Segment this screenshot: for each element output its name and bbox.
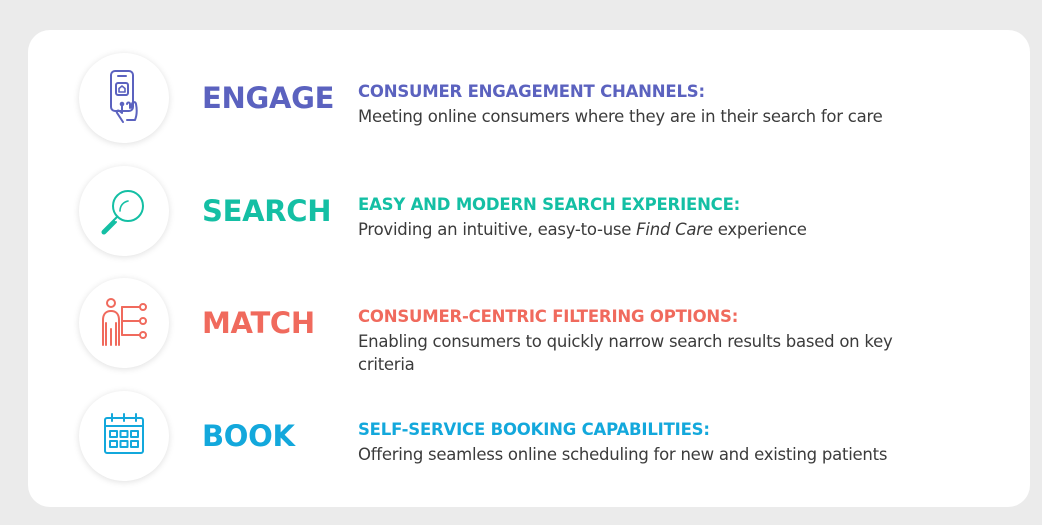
step-title-match: MATCH xyxy=(202,306,315,340)
step-heading-search: EASY AND MODERN SEARCH EXPERIENCE: xyxy=(358,195,741,214)
step-description-search-start: Providing an intuitive, easy-to-use xyxy=(358,220,637,239)
book-icon-badge xyxy=(79,391,169,481)
step-heading-book: SELF-SERVICE BOOKING CAPABILITIES: xyxy=(358,420,710,439)
step-engage: ENGAGE CONSUMER ENGAGEMENT CHANNELS: Mee… xyxy=(28,48,1030,148)
step-description-engage: Meeting online consumers where they are … xyxy=(358,107,883,126)
step-description-match: Enabling consumers to quickly narrow sea… xyxy=(358,332,893,374)
step-heading-match: CONSUMER-CENTRIC FILTERING OPTIONS: xyxy=(358,307,739,326)
person-filter-icon xyxy=(102,298,147,346)
step-description-book: Offering seamless online scheduling for … xyxy=(358,445,888,464)
smartphone-tap-icon xyxy=(110,70,138,123)
step-title-search: SEARCH xyxy=(202,194,332,228)
find-care-emphasis: Find Care xyxy=(636,220,713,239)
engage-icon-badge xyxy=(79,53,169,143)
magnifying-glass-icon xyxy=(101,190,144,235)
step-search: SEARCH EASY AND MODERN SEARCH EXPERIENCE… xyxy=(28,161,1030,261)
step-match: MATCH CONSUMER-CENTRIC FILTERING OPTIONS… xyxy=(28,273,1030,374)
step-description-search: Providing an intuitive, easy-to-use Find… xyxy=(358,218,998,241)
step-heading-engage: CONSUMER ENGAGEMENT CHANNELS: xyxy=(358,82,705,101)
step-title-engage: ENGAGE xyxy=(202,81,335,115)
calendar-icon xyxy=(104,413,144,454)
step-description-search-end: experience xyxy=(712,220,807,239)
search-icon-badge xyxy=(79,166,169,256)
steps-card: ENGAGE CONSUMER ENGAGEMENT CHANNELS: Mee… xyxy=(28,30,1030,507)
step-title-book: BOOK xyxy=(202,419,295,453)
step-book: BOOK SELF-SERVICE BOOKING CAPABILITIES: … xyxy=(28,386,1030,486)
match-icon-badge xyxy=(79,278,169,368)
